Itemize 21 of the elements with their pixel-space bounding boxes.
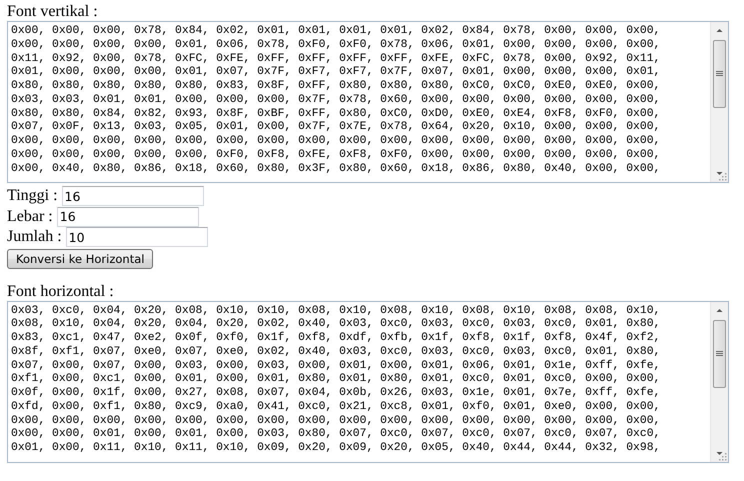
input-field[interactable]: 16 [62, 186, 204, 206]
text-area[interactable]: 0x00, 0x00, 0x00, 0x78, 0x84, 0x02, 0x01, 0x01, 0x01, 0x01, 0x02, 0x84, 0x78, 0x00, 0x00, 0x00, 0x00, 0x00, 0x00, 0x00, 0x01, 0x06, 0x78, 0xF0, 0xF0, 0x78, 0x06, 0x01, 0x00, 0x00, 0x00, 0x00, 0x11, 0x92, 0x00, 0x78, 0xFC, 0xFE, 0xFF, 0xFF, 0xFF, 0xFF, 0xFE, 0xFC, 0x78, 0x00, 0x92, 0x11, 0x01, 0x00, 0x00, 0x00, 0x01, 0x07, 0x7F, 0xF7, 0xF7, 0x7F, 0x07, 0x01, 0x00, 0x00, 0x00, 0x01, 0x80, 0x80, 0x80, 0x80, 0x80, 0x83, 0x8F, 0xFF, 0x80, 0x80, 0x80, 0xC0, 0xC0, 0xE0, 0xE0, 0x00, 0x03, 0x03, 0x01, 0x01, 0x00, 0x00, 0x00, 0x7F, 0x78, 0x60, 0x00, 0x00, 0x00, 0x00, 0x00, 0x00, 0x80, 0x80, 0x84, 0x82, 0x93, 0x8F, 0xBF, 0xFF, 0x80, 0xC0, 0xD0, 0xE0, 0xE4, 0xF8, 0xF0, 0x00, 0x07, 0x0F, 0x13, 0x03, 0x05, 0x01, 0x00, 0x7F, 0x7E, 0x78, 0x64, 0x20, 0x10, 0x00, 0x00, 0x00, 0x00, 0x00, 0x00, 0x00, 0x00, 0x00, 0x00, 0x00, 0x00, 0x00, 0x00, 0x00, 0x00, 0x00, 0x00, 0x00, 0x00, 0x00, 0x00, 0x00, 0x00, 0xF0, 0xF8, 0xFE, 0xF8, 0xF0, 0x00, 0x00, 0x00, 0x00, 0x00, 0x00, 0x00, 0x40, 0x80, 0x86, 0x18, 0x60, 0x80, 0x3F, 0x80, 0x60, 0x18, 0x86, 0x80, 0x40, 0x00, 0x00, [7, 21, 729, 183]
up-arrow-icon[interactable] [716, 308, 722, 312]
grip-lines-icon [716, 71, 723, 76]
grip-lines-icon [716, 350, 723, 356]
input-field[interactable]: 10 [66, 227, 208, 248]
down-arrow-icon[interactable] [716, 452, 722, 454]
section-label: Font vertikal : [7, 3, 98, 21]
scrollbar[interactable] [710, 22, 728, 182]
resize-grip-icon[interactable] [718, 172, 727, 181]
field-label: Lebar : [7, 208, 53, 226]
field-label: Tinggi : [7, 187, 58, 206]
down-arrow-icon[interactable] [716, 172, 722, 175]
section-label: Font horizontal : [7, 282, 114, 300]
up-arrow-icon[interactable] [716, 29, 722, 32]
scrollbar[interactable] [710, 302, 728, 462]
convert-button[interactable]: Konversi ke Horizontal [7, 248, 154, 268]
field-label: Jumlah : [7, 228, 62, 246]
resize-grip-icon[interactable] [718, 452, 727, 460]
input-field[interactable]: 16 [56, 206, 199, 227]
text-area[interactable]: 0x03, 0xc0, 0x04, 0x20, 0x08, 0x10, 0x10, 0x08, 0x10, 0x08, 0x10, 0x08, 0x10, 0x08, 0x08, 0x10, 0x08, 0x10, 0x04, 0x20, 0x04, 0x20, 0x02, 0x40, 0x03, 0xc0, 0x03, 0xc0, 0x03, 0xc0, 0x01, 0x80, 0x83, 0xc1, 0x47, 0xe2, 0x0f, 0xf0, 0x1f, 0xf8, 0xdf, 0xfb, 0x1f, 0xf8, 0x1f, 0xf8, 0x4f, 0xf2, 0x8f, 0xf1, 0x07, 0xe0, 0x07, 0xe0, 0x02, 0x40, 0x03, 0xc0, 0x03, 0xc0, 0x03, 0xc0, 0x01, 0x80, 0x07, 0x00, 0x07, 0x00, 0x03, 0x00, 0x03, 0x00, 0x01, 0x00, 0x01, 0x06, 0x01, 0x1e, 0xff, 0xfe, 0xf1, 0x00, 0xc1, 0x00, 0x01, 0x00, 0x01, 0x80, 0x01, 0x80, 0x01, 0xc0, 0x01, 0xc0, 0x00, 0x00, 0x0f, 0x00, 0x1f, 0x00, 0x27, 0x08, 0x07, 0x04, 0x0b, 0x26, 0x03, 0x1e, 0x01, 0x7e, 0xff, 0xfe, 0xfd, 0x00, 0xf1, 0x80, 0xc9, 0xa0, 0x41, 0xc0, 0x21, 0xc8, 0x01, 0xf0, 0x01, 0xe0, 0x00, 0x00, 0x00, 0x00, 0x00, 0x00, 0x00, 0x00, 0x00, 0x00, 0x00, 0x00, 0x00, 0x00, 0x00, 0x00, 0x00, 0x00, 0x00, 0x00, 0x01, 0x00, 0x01, 0x00, 0x03, 0x80, 0x07, 0xc0, 0x07, 0xc0, 0x07, 0xc0, 0x07, 0xc0, 0x01, 0x00, 0x11, 0x10, 0x11, 0x10, 0x09, 0x20, 0x09, 0x20, 0x05, 0x40, 0x44, 0x44, 0x32, 0x98, [7, 300, 729, 462]
